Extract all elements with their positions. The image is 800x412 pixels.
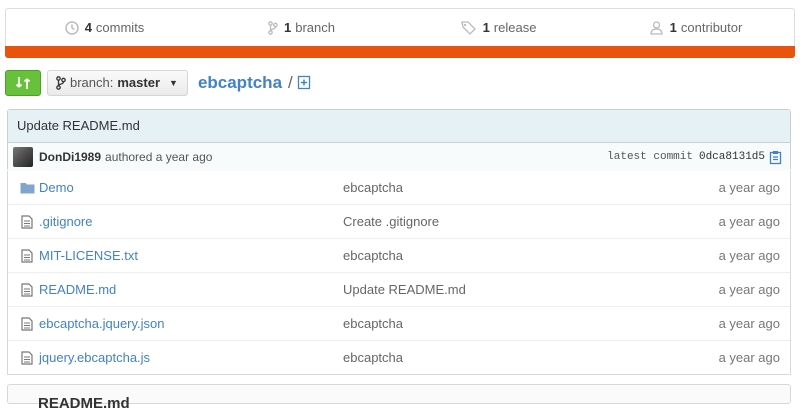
commit-meta: DonDi1989 authored a year ago latest com…: [8, 143, 790, 171]
file-age: a year ago: [718, 214, 780, 229]
readme-box: README.md: [7, 384, 791, 412]
contributors-count: 1: [669, 20, 677, 35]
commit-sha[interactable]: 0dca8131d5: [699, 151, 765, 163]
file-commit-message[interactable]: ebcaptcha: [343, 180, 719, 195]
compare-icon: [15, 76, 31, 89]
organization-icon: [650, 20, 663, 35]
readme-title: README.md: [38, 395, 130, 412]
compare-button[interactable]: [5, 69, 41, 96]
file-commit-message[interactable]: ebcaptcha: [343, 248, 719, 263]
file-row: MIT-LICENSE.txt ebcaptcha a year ago: [8, 239, 790, 273]
contributors-stat[interactable]: 1 contributor: [597, 9, 794, 46]
releases-count: 1: [482, 20, 490, 35]
branches-stat[interactable]: 1 branch: [203, 9, 400, 46]
file-age: a year ago: [718, 350, 780, 365]
file-age: a year ago: [718, 316, 780, 331]
language-bar[interactable]: [5, 46, 795, 58]
releases-stat[interactable]: 1 release: [400, 9, 597, 46]
file-name-link[interactable]: .gitignore: [39, 214, 343, 229]
commit-authored: authored a year ago: [105, 150, 213, 164]
branch-prefix: branch:: [70, 75, 114, 90]
releases-label: release: [493, 20, 537, 35]
file-name-link[interactable]: jquery.ebcaptcha.js: [39, 350, 343, 365]
repo-name-link[interactable]: ebcaptcha: [198, 73, 282, 93]
path-separator: /: [288, 72, 293, 92]
file-icon: [19, 316, 35, 331]
commit-message[interactable]: Update README.md: [8, 110, 790, 143]
file-row: ebcaptcha.jquery.json ebcaptcha a year ago: [8, 307, 790, 341]
file-icon: [19, 214, 35, 229]
commits-label: commits: [95, 20, 145, 35]
file-name-link[interactable]: ebcaptcha.jquery.json: [39, 316, 343, 331]
tag-icon: [460, 20, 476, 35]
file-name-link[interactable]: README.md: [39, 282, 343, 297]
branch-icon: [268, 20, 278, 35]
repo-stats-bar: 4 commits 1 branch 1 release 1 contribut…: [5, 8, 795, 46]
file-icon: [19, 248, 35, 263]
clipboard-icon[interactable]: [769, 150, 782, 165]
file-list: Demo ebcaptcha a year ago .gitignore Create …: [7, 171, 791, 375]
file-commit-message[interactable]: Create .gitignore: [343, 214, 719, 229]
branch-name: master: [117, 75, 161, 90]
file-row: Demo ebcaptcha a year ago: [8, 171, 790, 205]
file-icon: [19, 282, 35, 297]
file-age: a year ago: [718, 282, 780, 297]
file-commit-message[interactable]: ebcaptcha: [343, 350, 719, 365]
avatar[interactable]: [13, 147, 33, 167]
history-icon: [64, 20, 79, 35]
commits-count: 4: [84, 20, 92, 35]
commit-author[interactable]: DonDi1989: [39, 150, 101, 164]
latest-commit-label: latest commit: [607, 151, 693, 163]
file-age: a year ago: [718, 248, 780, 263]
new-file-icon[interactable]: [297, 75, 311, 90]
contributors-label: contributor: [680, 20, 743, 35]
file-name-link[interactable]: MIT-LICENSE.txt: [39, 248, 343, 263]
branches-label: branch: [295, 20, 335, 35]
file-row: jquery.ebcaptcha.js ebcaptcha a year ago: [8, 341, 790, 374]
branch-icon: [56, 75, 66, 90]
file-icon: [19, 350, 35, 365]
file-commit-message[interactable]: ebcaptcha: [343, 316, 719, 331]
branches-count: 1: [284, 20, 292, 35]
latest-commit-box: Update README.md DonDi1989 authored a ye…: [7, 109, 791, 171]
commits-stat[interactable]: 4 commits: [6, 9, 203, 46]
chevron-down-icon: ▼: [169, 77, 178, 88]
branch-selector[interactable]: branch: master ▼: [47, 69, 188, 96]
file-commit-message[interactable]: Update README.md: [343, 282, 719, 297]
file-age: a year ago: [718, 180, 780, 195]
file-row: README.md Update README.md a year ago: [8, 273, 790, 307]
repo-nav: branch: master ▼ ebcaptcha /: [5, 69, 311, 96]
file-row: .gitignore Create .gitignore a year ago: [8, 205, 790, 239]
folder-icon: [19, 182, 35, 194]
file-name-link[interactable]: Demo: [39, 180, 343, 195]
